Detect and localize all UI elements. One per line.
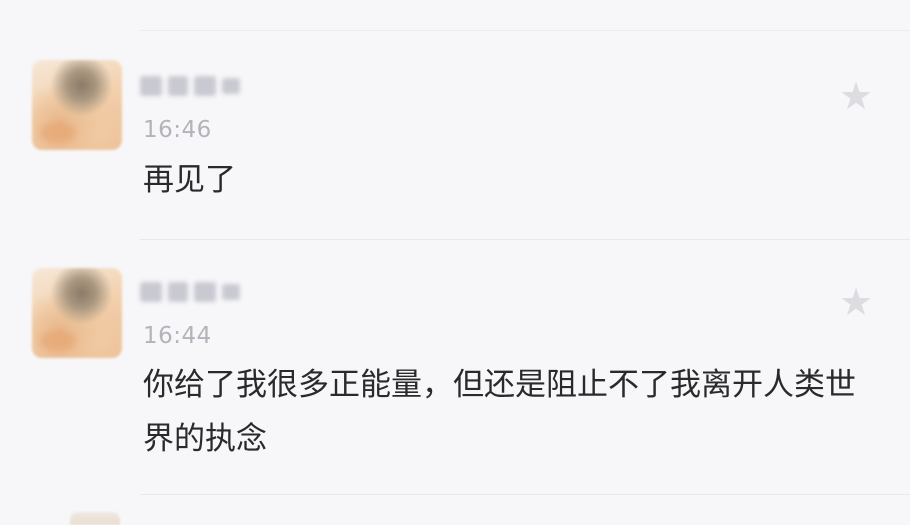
star-icon[interactable]: ★ — [836, 76, 876, 116]
star-icon[interactable]: ★ — [836, 282, 876, 322]
message-item[interactable]: 16:44 你给了我很多正能量，但还是阻止不了我离开人类世界的执念 ★ — [0, 240, 910, 495]
divider — [140, 494, 910, 495]
avatar[interactable] — [32, 268, 122, 358]
avatar[interactable] — [70, 512, 120, 525]
message-time: 16:44 — [143, 323, 212, 349]
message-time: 16:46 — [143, 117, 212, 143]
message-item[interactable]: 16:46 再见了 ★ — [0, 0, 910, 240]
message-text: 你给了我很多正能量，但还是阻止不了我离开人类世界的执念 — [143, 367, 856, 457]
avatar[interactable] — [32, 60, 122, 150]
message-text: 再见了 — [143, 162, 236, 198]
message-feed: 16:46 再见了 ★ 16:44 你给了我很多正能量，但还是阻止不了我离开人类… — [0, 0, 910, 525]
nickname-blurred[interactable] — [140, 278, 270, 306]
nickname-blurred[interactable] — [140, 72, 270, 100]
